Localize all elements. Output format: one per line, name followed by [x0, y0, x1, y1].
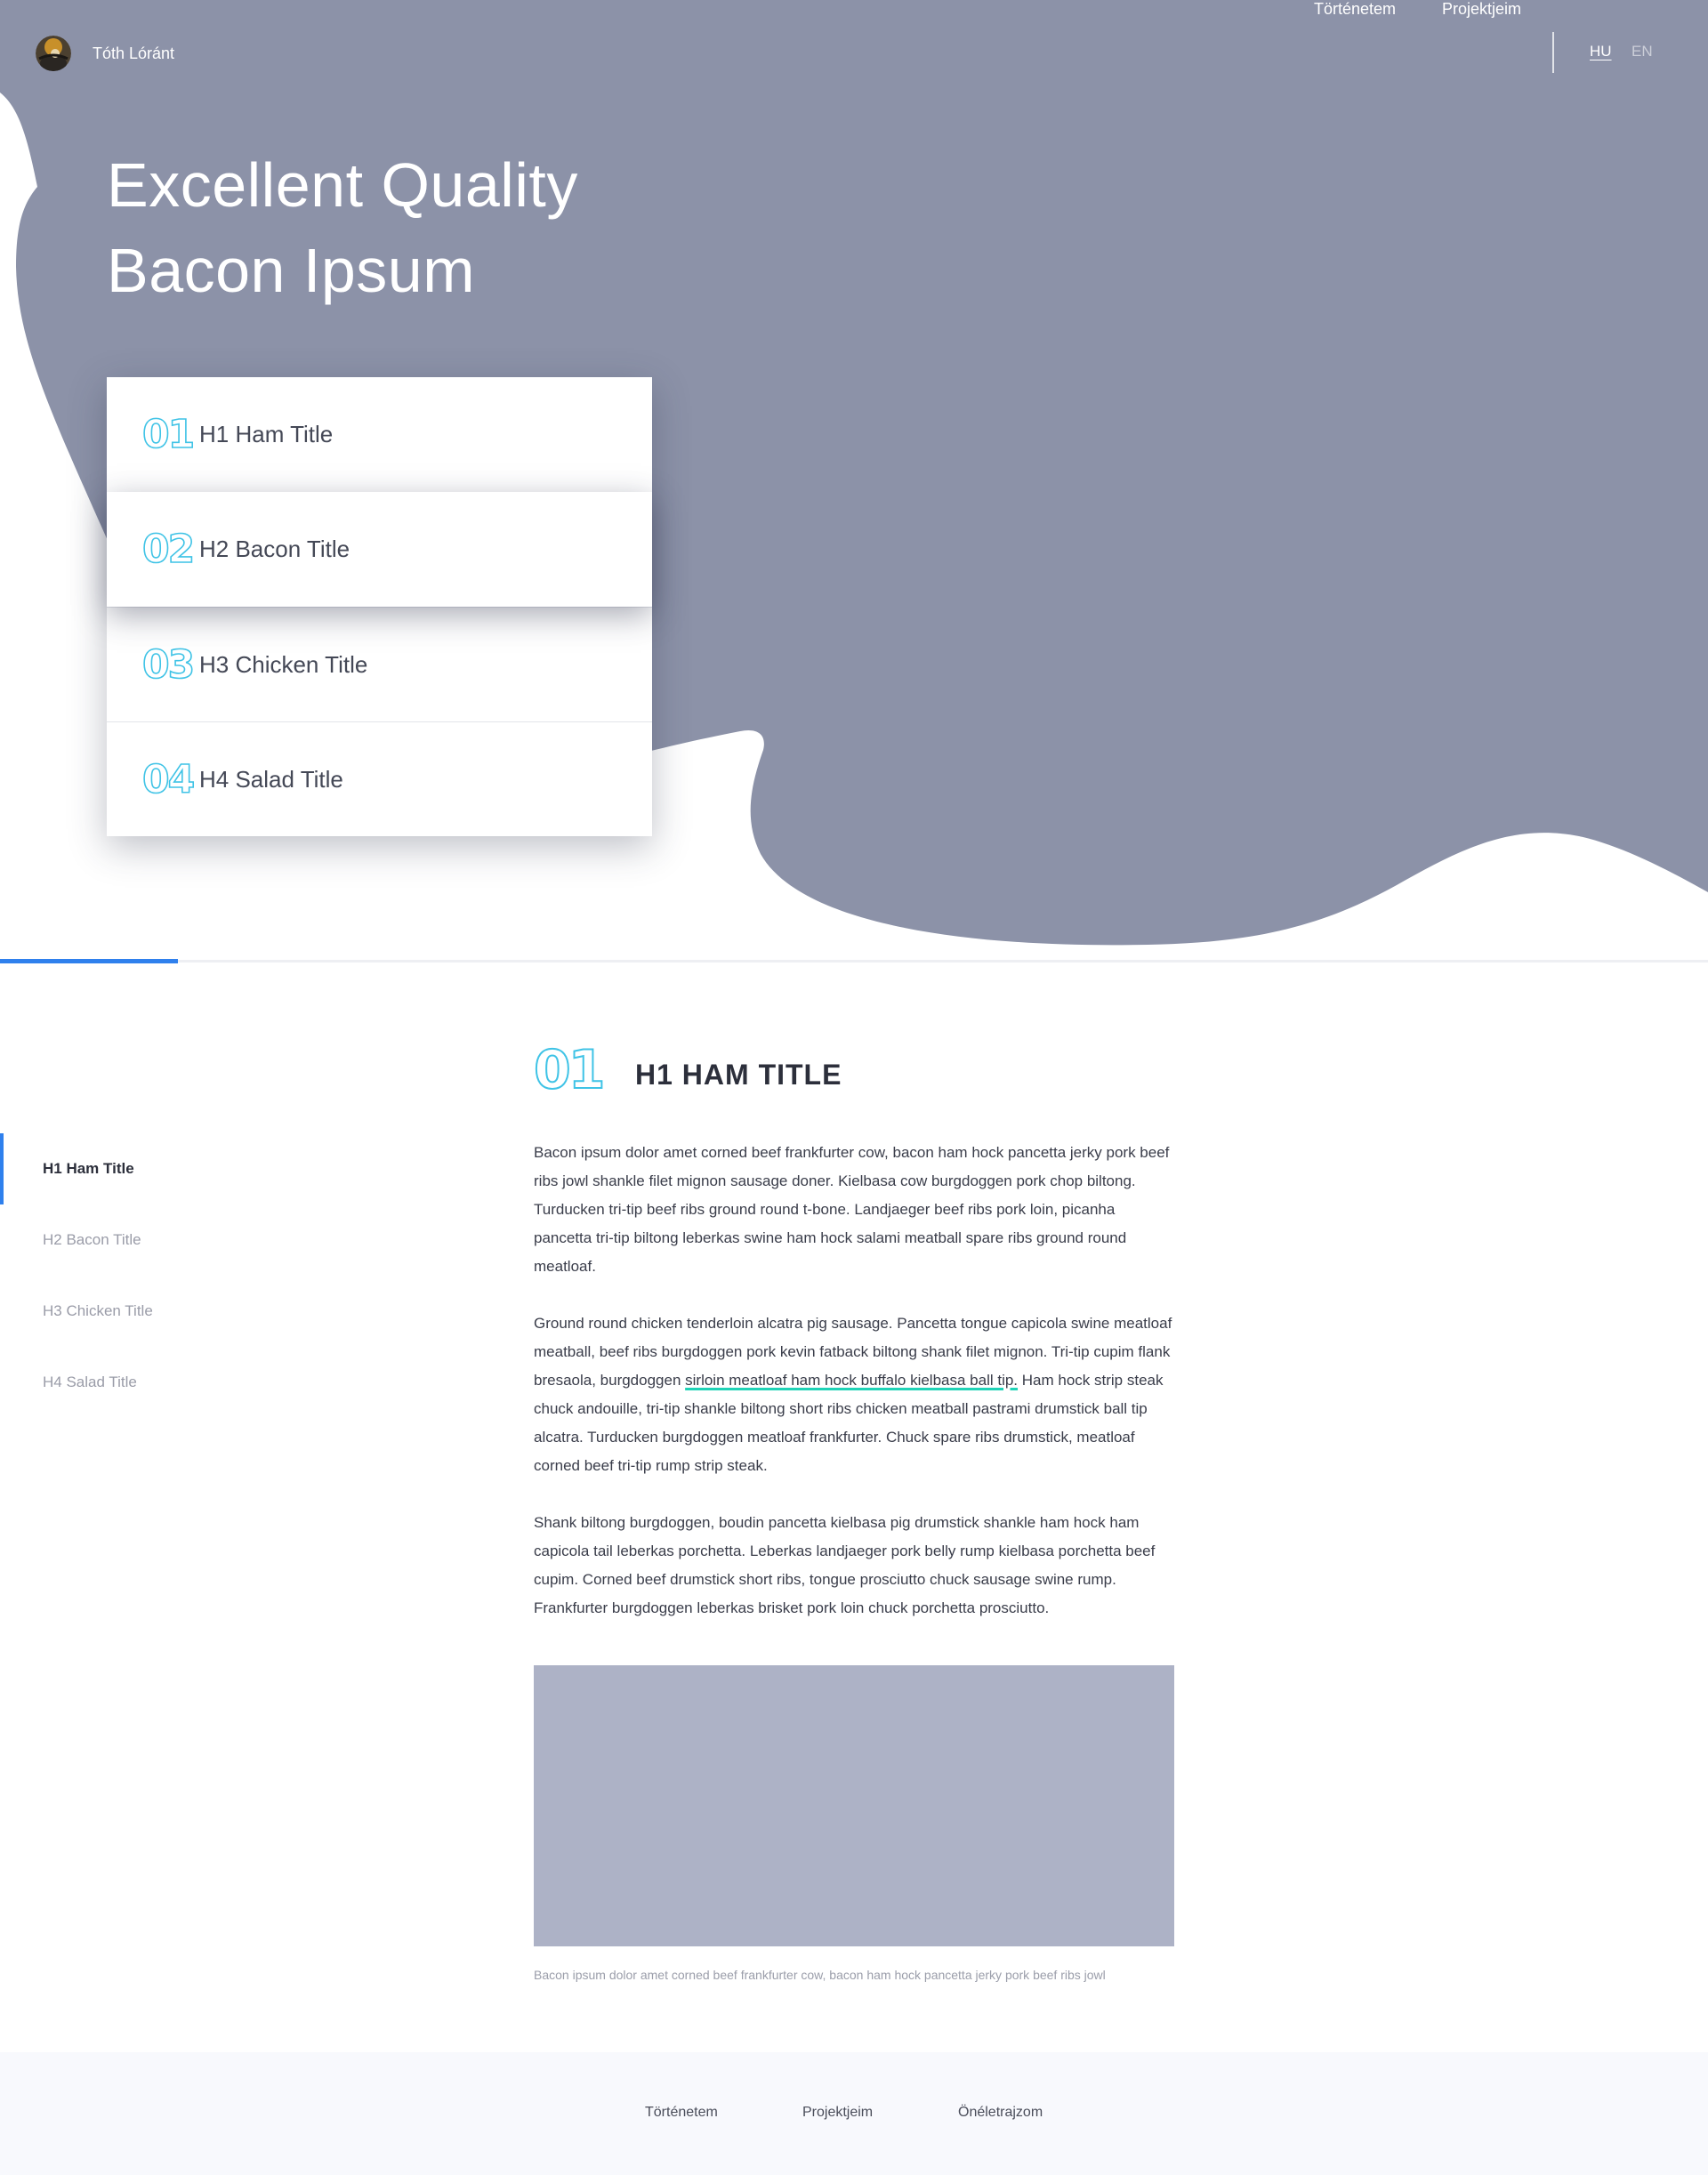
section-title: H1 HAM TITLE	[635, 1058, 842, 1091]
footer-link-tortenetem[interactable]: Történetem	[645, 2105, 718, 2121]
language-hu[interactable]: HU	[1590, 43, 1612, 60]
sidebar-item-h3-chicken[interactable]: H3 Chicken Title	[0, 1276, 374, 1347]
avatar-icon	[36, 36, 71, 71]
footer-link-projektjeim[interactable]: Projektjeim	[802, 2105, 873, 2121]
toc-item-h3-chicken[interactable]: 03 H3 Chicken Title	[107, 607, 652, 721]
hero-title-line-2: Bacon Ipsum	[107, 236, 476, 305]
image-caption: Bacon ipsum dolor amet corned beef frank…	[534, 1968, 1106, 1982]
brand-name: Tóth Lóránt	[93, 44, 175, 62]
reading-progress-track	[0, 959, 1708, 963]
toc-label: H3 Chicken Title	[199, 650, 368, 678]
brand[interactable]: Tóth Lóránt	[36, 36, 174, 71]
language-en[interactable]: EN	[1631, 43, 1653, 60]
paragraph-2: Ground round chicken tenderloin alcatra …	[534, 1309, 1174, 1480]
toc-item-h1-ham[interactable]: 01 H1 Ham Title	[107, 377, 652, 492]
nav-divider	[1552, 32, 1554, 73]
hero-title: Excellent Quality Bacon Ipsum	[107, 142, 818, 313]
section-heading: 01 H1 HAM TITLE	[533, 1038, 1174, 1102]
sidebar-item-h4-salad[interactable]: H4 Salad Title	[0, 1347, 374, 1418]
top-navigation-bar: Tóth Lóránt Történetem Projektjeim HU EN	[0, 0, 1708, 107]
paragraph-1: Bacon ipsum dolor amet corned beef frank…	[534, 1144, 1170, 1275]
footer-link-oneletrajzom[interactable]: Önéletrajzom	[958, 2105, 1043, 2121]
image-placeholder	[534, 1665, 1174, 1946]
nav-link-tortenetem[interactable]: Történetem	[1314, 0, 1396, 19]
nav-link-projektjeim[interactable]: Projektjeim	[1442, 0, 1521, 19]
paragraph-3: Shank biltong burgdoggen, boudin pancett…	[534, 1514, 1156, 1616]
inline-link[interactable]: sirloin meatloaf ham hock buffalo kielba…	[685, 1372, 1018, 1389]
toc-label: H4 Salad Title	[199, 765, 343, 793]
article-body: Bacon ipsum dolor amet corned beef frank…	[534, 1139, 1174, 1623]
toc-label: H2 Bacon Title	[199, 536, 350, 562]
footer: Történetem Projektjeim Önéletrajzom	[0, 2052, 1708, 2175]
article-sidebar: H1 Ham Title H2 Bacon Title H3 Chicken T…	[0, 1133, 374, 1418]
article-section: 01 H1 HAM TITLE Bacon ipsum dolor amet c…	[533, 1038, 1174, 1982]
toc-label: H1 Ham Title	[199, 421, 334, 447]
sidebar-item-h1-ham[interactable]: H1 Ham Title	[0, 1133, 374, 1204]
sidebar-item-h2-bacon[interactable]: H2 Bacon Title	[0, 1204, 374, 1276]
toc-item-h2-bacon[interactable]: 02 H2 Bacon Title	[107, 492, 652, 607]
table-of-contents-card: 01 H1 Ham Title 02 H2 Bacon Title 03 H3 …	[107, 377, 652, 836]
reading-progress-fill	[0, 959, 178, 963]
toc-item-h4-salad[interactable]: 04 H4 Salad Title	[107, 721, 652, 836]
hero-title-line-1: Excellent Quality	[107, 150, 578, 220]
section-number: 01	[533, 1038, 607, 1102]
